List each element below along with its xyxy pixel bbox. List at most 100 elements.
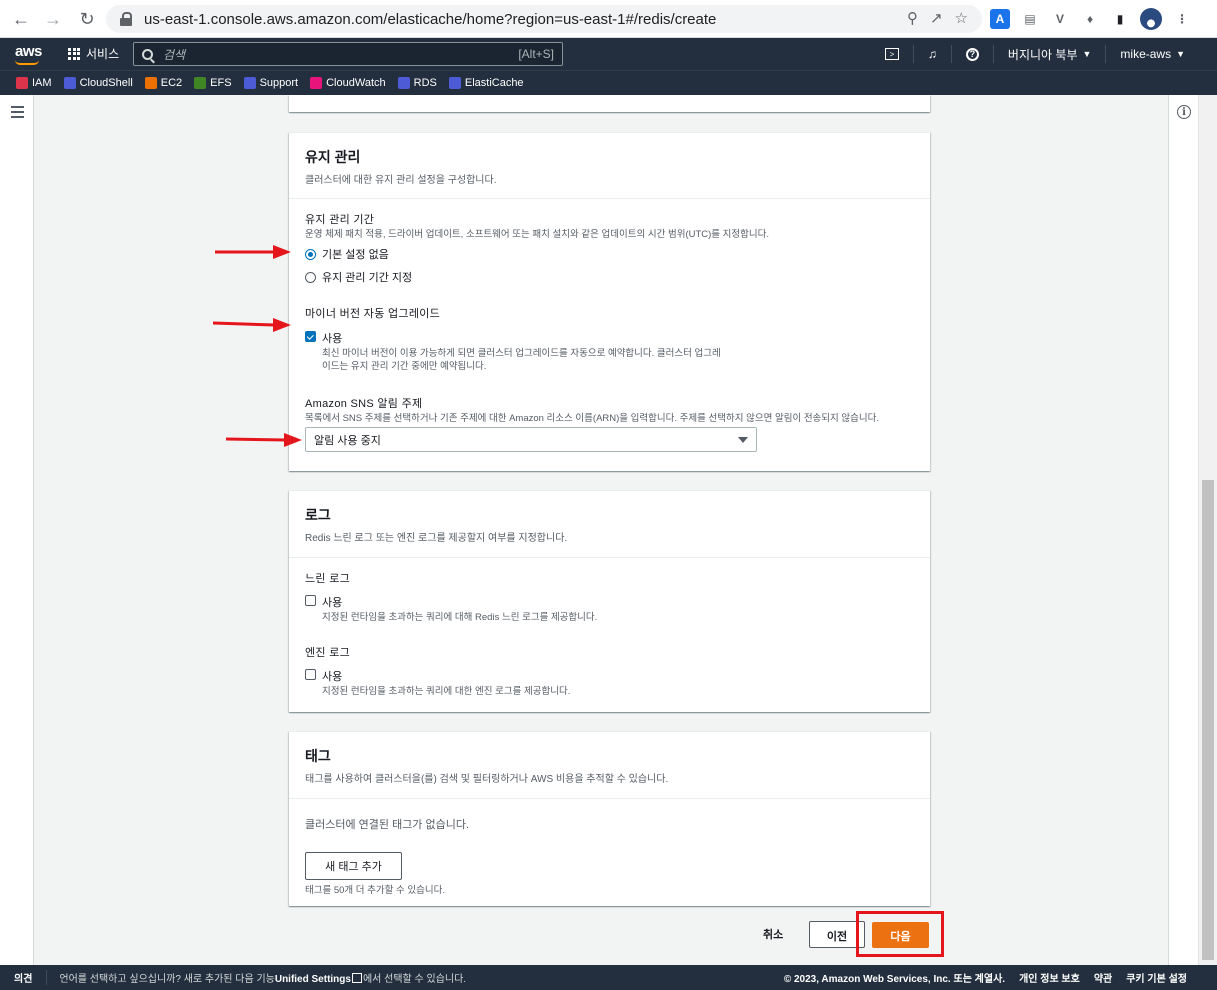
next-button[interactable]: 다음 (872, 922, 929, 948)
annotation-arrow (226, 433, 302, 447)
bell-icon[interactable]: ♫ (912, 45, 951, 63)
lock-icon (120, 12, 132, 26)
forward-icon[interactable]: → (40, 6, 66, 32)
radio-no-preference[interactable]: 기본 설정 없음 (305, 246, 914, 262)
grid-icon (68, 47, 80, 60)
logs-title: 로그 (305, 507, 331, 523)
slow-log-label: 느린 로그 (305, 573, 351, 585)
caret-down-icon: ▼ (1082, 49, 1092, 59)
external-link-icon (351, 973, 362, 983)
slow-log-check-label: 사용 (322, 597, 343, 609)
side-navigation-rail (0, 95, 34, 965)
share-icon[interactable]: ↗ (930, 9, 943, 27)
page-scrollbar[interactable] (1198, 95, 1217, 965)
aws-logo[interactable]: aws (15, 43, 42, 65)
aws-smile-icon (15, 60, 39, 65)
engine-log-label: 엔진 로그 (305, 647, 351, 659)
search-input[interactable]: 검색 [Alt+S] (133, 42, 563, 66)
help-panel-rail: i (1168, 95, 1198, 965)
console-footer: 의견 언어를 선택하고 싶으십니까? 새로 추가된 다음 기능Unified S… (0, 965, 1217, 990)
radio-specify-window[interactable]: 유지 관리 기간 지정 (305, 269, 914, 285)
bookmark-ec2[interactable]: EC2 (144, 77, 182, 89)
copyright-text: © 2023, Amazon Web Services, Inc. 또는 계열사… (783, 974, 1006, 985)
bookmark-efs[interactable]: EFS (194, 77, 232, 89)
bookmark-iam[interactable]: IAM (16, 77, 52, 89)
bookmark-cloudwatch[interactable]: CloudWatch (310, 77, 386, 89)
elasticache-icon (448, 77, 461, 89)
maintenance-window-desc: 운영 체제 패치 적용, 드라이버 업데이트, 소프트웨어 또는 패치 설치와 … (305, 229, 770, 240)
checkbox-checked-icon[interactable] (305, 331, 316, 342)
feedback-link[interactable]: 의견 (0, 970, 48, 985)
radio-no-preference-label: 기본 설정 없음 (322, 249, 389, 261)
engine-log-desc: 지정된 런타임을 초과하는 쿼리에 대한 엔진 로그를 제공합니다. (322, 686, 571, 697)
cast-extension-icon[interactable]: ▤ (1020, 9, 1040, 29)
auto-upgrade-label: 마이너 버전 자동 업그레이드 (305, 308, 441, 320)
reload-icon[interactable]: ↻ (74, 6, 100, 32)
privacy-link[interactable]: 개인 정보 보호 (1019, 970, 1080, 985)
bookmark-star-icon[interactable]: ☆ (955, 9, 968, 27)
hamburger-menu-icon[interactable] (11, 106, 24, 118)
tags-title: 태그 (305, 748, 331, 764)
tags-limit-text: 태그를 50개 더 추가할 수 있습니다. (305, 885, 446, 896)
auto-upgrade-checkbox-row[interactable]: 사용 최신 마이너 버전이 이용 가능하게 되면 클러스터 업그레이드를 자동으… (305, 330, 914, 373)
logs-header: 로그 Redis 느린 로그 또는 엔진 로그를 제공할지 여부를 지정합니다. (289, 491, 930, 558)
info-icon[interactable]: i (1177, 105, 1191, 119)
rds-icon (397, 77, 410, 89)
translate-extension-icon[interactable]: A (990, 9, 1010, 29)
address-bar[interactable]: us-east-1.console.aws.amazon.com/elastic… (106, 5, 982, 33)
previous-panel (289, 95, 930, 112)
terms-link[interactable]: 약관 (1094, 970, 1112, 985)
cookie-preferences-link[interactable]: 쿠키 기본 설정 (1126, 970, 1187, 985)
cancel-button[interactable]: 취소 (763, 926, 783, 942)
radio-unselected-icon[interactable] (305, 271, 316, 283)
account-menu[interactable]: mike-aws ▼ (1105, 45, 1217, 63)
bookmark-cloudshell[interactable]: CloudShell (63, 77, 133, 89)
extensions-puzzle-icon[interactable]: ♦ (1080, 9, 1100, 29)
region-selector[interactable]: 버지니아 북부 ▼ (992, 45, 1106, 63)
auto-upgrade-check-label: 사용 (322, 333, 343, 345)
auto-upgrade-desc-2: 이드는 유지 관리 기간 중에만 예약됩니다. (322, 361, 487, 372)
kebab-menu-icon[interactable]: ⋮ (1172, 9, 1192, 29)
bookmark-rds[interactable]: RDS (397, 77, 437, 89)
maintenance-description: 클러스터에 대한 유지 관리 설정을 구성합니다. (305, 175, 497, 186)
slow-log-checkbox-row[interactable]: 사용 지정된 런타임을 초과하는 쿼리에 대해 Redis 느린 로그를 제공합… (305, 594, 914, 624)
side-panel-icon[interactable]: ▮ (1110, 9, 1130, 29)
bookmark-label: CloudWatch (326, 77, 386, 89)
help-icon[interactable]: ? (950, 45, 993, 63)
services-label: 서비스 (86, 47, 120, 61)
annotation-arrow (215, 245, 291, 259)
checkbox-unchecked-icon[interactable] (305, 595, 316, 606)
cloudshell-icon[interactable]: > (871, 45, 913, 63)
profile-avatar[interactable] (1140, 8, 1162, 30)
engine-log-check-label: 사용 (322, 671, 343, 683)
logs-description: Redis 느린 로그 또는 엔진 로그를 제공할지 여부를 지정합니다. (305, 533, 568, 544)
back-icon[interactable]: ← (8, 6, 34, 32)
search-shortcut: [Alt+S] (518, 47, 554, 61)
zoom-icon[interactable]: ⚲ (907, 9, 918, 27)
triangle-down-icon (738, 436, 748, 443)
checkbox-unchecked-icon[interactable] (305, 669, 316, 680)
vue-extension-icon[interactable]: V (1050, 9, 1070, 29)
sns-topic-select[interactable]: 알림 사용 중지 (305, 427, 757, 452)
add-tag-button[interactable]: 새 태그 추가 (305, 852, 402, 880)
sns-topic-label: Amazon SNS 알림 주제 (305, 398, 423, 410)
engine-log-checkbox-row[interactable]: 사용 지정된 런타임을 초과하는 쿼리에 대한 엔진 로그를 제공합니다. (305, 668, 914, 698)
radio-specify-window-label: 유지 관리 기간 지정 (322, 272, 413, 284)
scrollbar-thumb[interactable] (1202, 480, 1214, 960)
bookmark-elasticache[interactable]: ElastiCache (448, 77, 524, 89)
search-placeholder: 검색 (163, 47, 186, 62)
unified-settings-link[interactable]: Unified Settings (275, 974, 351, 985)
bookmark-label: IAM (32, 77, 52, 89)
efs-icon (194, 77, 207, 89)
bookmark-support[interactable]: Support (243, 77, 298, 89)
aws-top-nav: aws 서비스 검색 [Alt+S] > ♫ ? 버지니아 북부 ▼ mike-… (0, 38, 1217, 70)
services-menu[interactable]: 서비스 (68, 45, 119, 62)
logs-panel: 로그 Redis 느린 로그 또는 엔진 로그를 제공할지 여부를 지정합니다.… (289, 490, 930, 712)
bookmark-label: CloudShell (79, 77, 133, 89)
iam-icon (16, 77, 28, 89)
search-icon (142, 48, 153, 60)
account-label: mike-aws (1120, 47, 1172, 61)
radio-selected-icon[interactable] (305, 248, 316, 260)
bookmark-label: RDS (413, 77, 437, 89)
tags-header: 태그 태그를 사용하여 클러스터을(를) 검색 및 필터링하거나 AWS 비용을… (289, 732, 930, 799)
